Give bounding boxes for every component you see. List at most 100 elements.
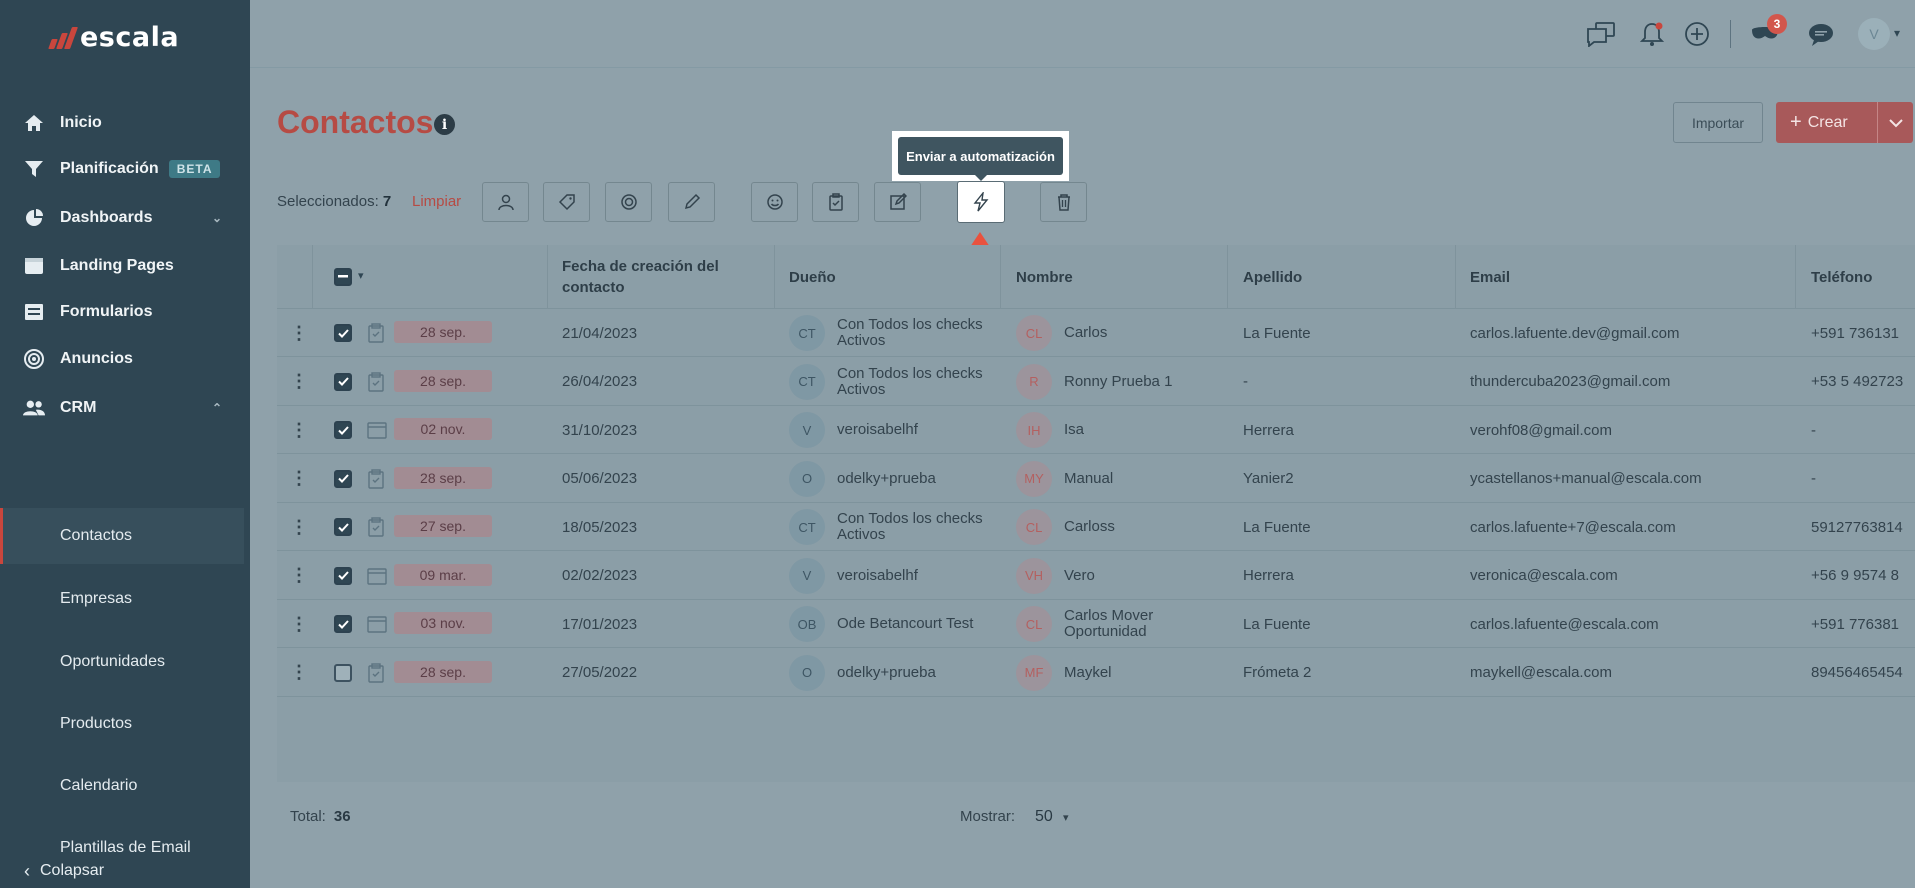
contact-email[interactable]: maykell@escala.com (1470, 649, 1612, 697)
row-checkbox[interactable] (334, 469, 352, 488)
column-header-lastname[interactable]: Apellido (1243, 245, 1302, 309)
contact-email[interactable]: thundercuba2023@gmail.com (1470, 358, 1670, 406)
owner-name[interactable]: Con Todos los checks Activos (837, 503, 987, 551)
contact-email[interactable]: carlos.lafuente.dev@gmail.com (1470, 309, 1680, 357)
contact-name[interactable]: Carloss (1064, 503, 1214, 551)
owner-name[interactable]: Con Todos los checks Activos (837, 309, 987, 357)
contact-name[interactable]: Vero (1064, 552, 1214, 600)
row-menu-icon[interactable]: ⋮ (290, 600, 308, 648)
sidebar-subitem-productos[interactable]: Productos (0, 696, 250, 752)
info-icon[interactable]: i (434, 114, 455, 135)
column-header-name[interactable]: Nombre (1016, 245, 1073, 309)
add-circle-icon[interactable] (1681, 18, 1713, 50)
owner-name[interactable]: veroisabelhf (837, 552, 987, 600)
sidebar-item-landing-pages[interactable]: Landing Pages (0, 251, 250, 281)
clipboard-icon[interactable] (367, 455, 387, 503)
contact-email[interactable]: ycastellanos+manual@escala.com (1470, 455, 1702, 503)
owner-name[interactable]: Con Todos los checks Activos (837, 358, 987, 406)
clipboard-icon[interactable] (367, 503, 387, 551)
calendar-icon[interactable] (367, 406, 387, 454)
escala-logo[interactable]: escala (48, 22, 179, 53)
owner-name[interactable]: odelky+prueba (837, 455, 987, 503)
row-menu-icon[interactable]: ⋮ (290, 552, 308, 600)
activity-date-badge[interactable]: 28 sep. (394, 466, 492, 489)
contact-name[interactable]: Carlos Mover Oportunidad (1064, 600, 1214, 648)
row-checkbox[interactable] (334, 566, 352, 585)
row-checkbox[interactable] (334, 518, 352, 536)
mask-icon[interactable]: 3 (1749, 14, 1787, 50)
row-checkbox[interactable] (334, 421, 352, 439)
sidebar-subitem-calendario[interactable]: Calendario (0, 758, 250, 814)
clipboard-icon[interactable] (367, 309, 387, 357)
clear-selection-link[interactable]: Limpiar (412, 193, 461, 210)
select-all-dropdown-icon[interactable]: ▾ (358, 269, 364, 282)
row-menu-icon[interactable]: ⋮ (290, 455, 308, 503)
table-row[interactable]: ⋮ 09 mar. 02/02/2023 Vveroisabelhf VH Vero Her… (277, 552, 1915, 600)
import-button[interactable]: Importar (1673, 102, 1763, 143)
sidebar-item-planificacion[interactable]: Planificación BETA (0, 154, 250, 184)
task-button[interactable] (812, 182, 859, 222)
owner-name[interactable]: Ode Betancourt Test (837, 600, 987, 648)
contact-name[interactable]: Maykel (1064, 649, 1214, 697)
tag-button[interactable] (543, 182, 590, 222)
chevron-down-icon[interactable]: ▾ (1894, 26, 1900, 40)
calendar-icon[interactable] (367, 552, 387, 600)
sidebar-subitem-contactos[interactable]: Contactos (0, 508, 244, 564)
table-row[interactable]: ⋮ 28 sep. 27/05/2022 Oodelky+prueba MF Maykel… (277, 649, 1915, 697)
collapse-sidebar-button[interactable]: ‹ Colapsar (0, 854, 250, 888)
table-row[interactable]: ⋮ 03 nov. 17/01/2023 OB Ode Betancourt Test C… (277, 600, 1915, 648)
user-avatar[interactable]: V (1858, 18, 1890, 50)
activity-date-badge[interactable]: 27 sep. (394, 515, 492, 537)
column-header-email[interactable]: Email (1470, 245, 1510, 309)
activity-date-badge[interactable]: 03 nov. (394, 612, 492, 634)
contact-email[interactable]: carlos.lafuente+7@escala.com (1470, 503, 1676, 551)
sidebar-item-inicio[interactable]: Inicio (0, 108, 250, 138)
owner-name[interactable]: veroisabelhf (837, 406, 987, 454)
row-menu-icon[interactable]: ⋮ (290, 406, 308, 454)
page-size-selector[interactable]: Mostrar: 50 ▾ (960, 808, 1069, 826)
row-checkbox[interactable] (334, 324, 352, 342)
table-row[interactable]: ⋮ 28 sep. 21/04/2023 CT Con Todos los checks… (277, 309, 1915, 357)
bell-icon[interactable] (1636, 18, 1668, 50)
activity-date-badge[interactable]: 02 nov. (394, 418, 492, 440)
support-chat-icon[interactable] (1805, 18, 1837, 50)
clipboard-icon[interactable] (367, 358, 387, 406)
calendar-icon[interactable] (367, 600, 387, 648)
send-to-automation-button[interactable] (957, 181, 1005, 223)
row-menu-icon[interactable]: ⋮ (290, 649, 308, 697)
chat-icon[interactable] (1585, 18, 1617, 50)
contact-name[interactable]: Manual (1064, 455, 1214, 503)
owner-name[interactable]: odelky+prueba (837, 649, 987, 697)
sidebar-item-formularios[interactable]: Formularios (0, 297, 250, 327)
row-menu-icon[interactable]: ⋮ (290, 503, 308, 551)
select-all-checkbox[interactable] (334, 268, 352, 286)
activity-date-badge[interactable]: 28 sep. (394, 660, 492, 683)
row-checkbox[interactable] (334, 615, 352, 633)
sidebar-item-dashboards[interactable]: Dashboards ⌄ (0, 203, 250, 233)
contact-email[interactable]: verohf08@gmail.com (1470, 406, 1612, 454)
row-menu-icon[interactable]: ⋮ (290, 309, 308, 357)
assign-owner-button[interactable] (482, 182, 529, 222)
activity-date-badge[interactable]: 09 mar. (394, 563, 492, 586)
column-header-created[interactable]: Fecha de creación del contacto (562, 245, 742, 309)
create-dropdown-button[interactable] (1877, 102, 1913, 143)
activity-date-badge[interactable]: 28 sep. (394, 369, 492, 392)
row-menu-icon[interactable]: ⋮ (290, 358, 308, 406)
segment-button[interactable] (605, 182, 652, 222)
delete-button[interactable] (1040, 182, 1087, 222)
edit-button[interactable] (668, 182, 715, 222)
sidebar-subitem-empresas[interactable]: Empresas (0, 571, 250, 627)
sidebar-subitem-oportunidades[interactable]: Oportunidades (0, 634, 250, 690)
sidebar-item-crm[interactable]: CRM ⌃ (0, 393, 250, 423)
activity-date-badge[interactable]: 28 sep. (394, 321, 492, 343)
contact-email[interactable]: carlos.lafuente@escala.com (1470, 600, 1659, 648)
note-button[interactable] (874, 182, 921, 222)
table-row[interactable]: ⋮ 02 nov. 31/10/2023 Vveroisabelhf IH Isa Herr… (277, 406, 1915, 454)
table-row[interactable]: ⋮ 28 sep. 26/04/2023 CT Con Todos los checks… (277, 358, 1915, 406)
column-header-owner[interactable]: Dueño (789, 245, 836, 309)
contact-name[interactable]: Isa (1064, 406, 1214, 454)
contact-email[interactable]: veronica@escala.com (1470, 552, 1618, 600)
column-header-phone[interactable]: Teléfono (1811, 245, 1872, 309)
table-row[interactable]: ⋮ 28 sep. 05/06/2023 Oodelky+prueba MY Manual… (277, 455, 1915, 503)
row-checkbox[interactable] (334, 372, 352, 391)
